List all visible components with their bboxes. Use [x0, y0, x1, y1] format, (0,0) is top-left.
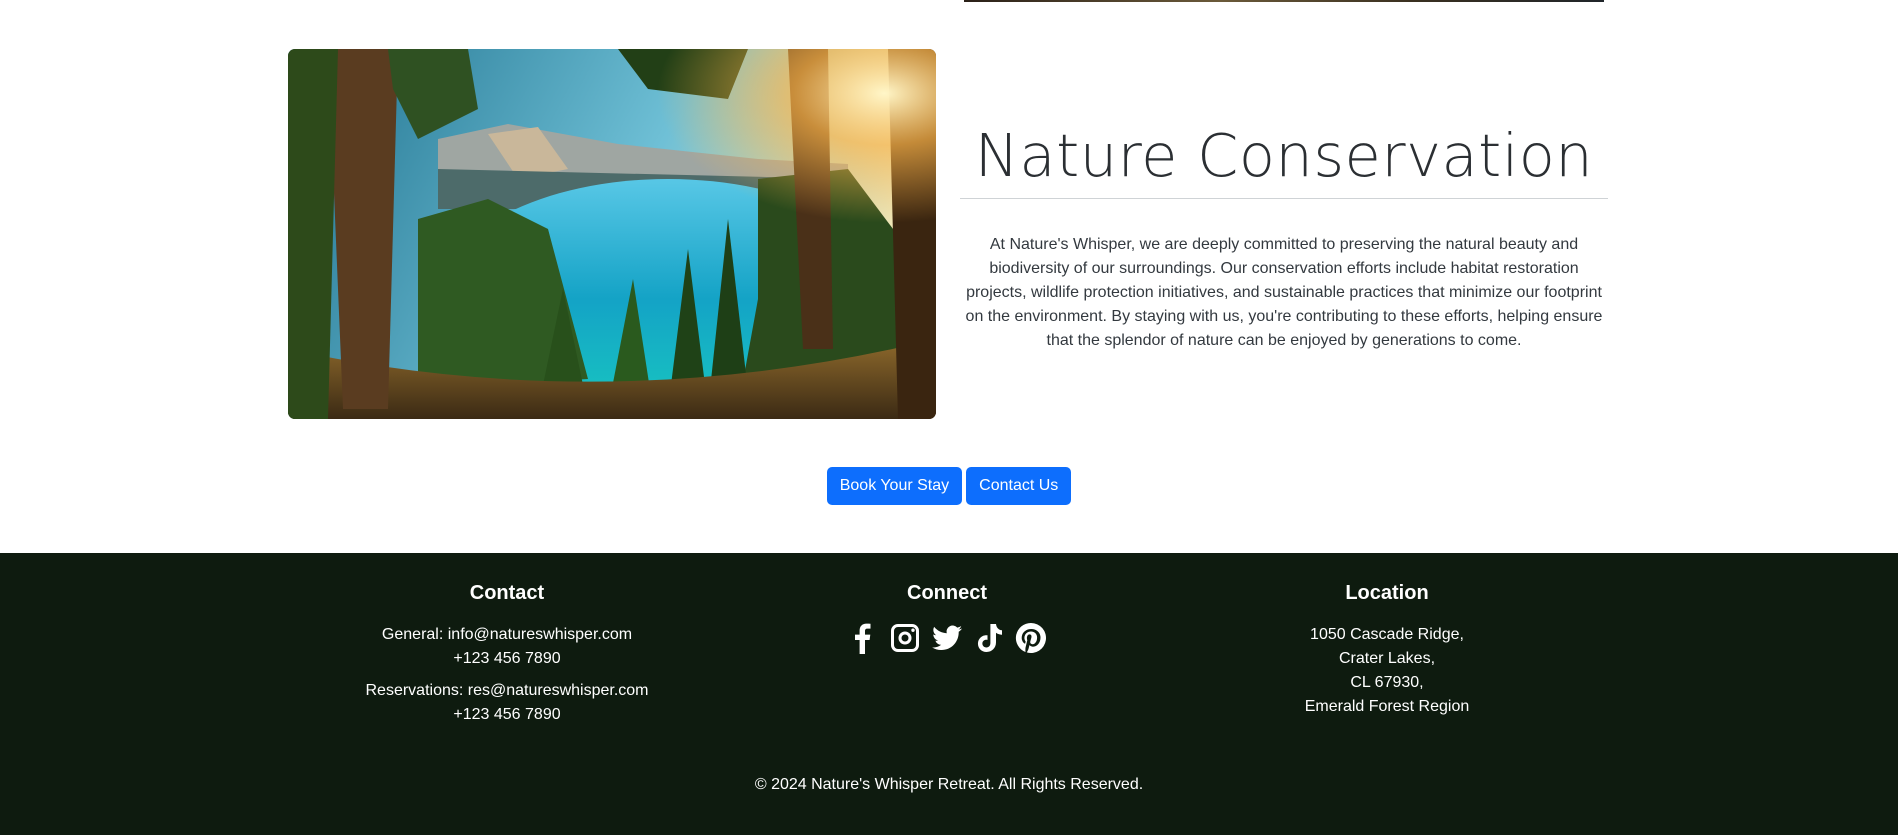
- address-line-4: Emerald Forest Region: [1304, 698, 1470, 715]
- crater-lake-image: [288, 49, 936, 419]
- location-heading: Location: [1345, 582, 1429, 604]
- site-footer: Contact General: info@natureswhisper.com…: [0, 553, 1898, 835]
- facebook-icon[interactable]: [846, 621, 880, 655]
- social-links: [737, 621, 1157, 655]
- pinterest-icon[interactable]: [1014, 621, 1048, 655]
- cta-buttons: Book Your Stay Contact Us: [0, 467, 1898, 505]
- contact-us-button[interactable]: Contact Us: [966, 467, 1072, 505]
- twitter-icon[interactable]: [930, 621, 964, 655]
- previous-image-edge: [964, 0, 1604, 2]
- instagram-icon[interactable]: [888, 621, 922, 655]
- conservation-text: Nature Conservation At Nature's Whisper,…: [960, 49, 1608, 419]
- tiktok-icon[interactable]: [972, 621, 1006, 655]
- footer-contact-column: Contact General: info@natureswhisper.com…: [297, 577, 717, 727]
- address-line-3: CL 67930,: [1350, 674, 1424, 691]
- conservation-section: Nature Conservation At Nature's Whisper,…: [288, 49, 1608, 419]
- section-description: At Nature's Whisper, we are deeply commi…: [965, 236, 1603, 349]
- address-line-2: Crater Lakes,: [1338, 650, 1436, 667]
- general-email: General: info@natureswhisper.com: [381, 626, 633, 643]
- connect-heading: Connect: [907, 582, 987, 604]
- reservations-phone: +123 456 7890: [453, 706, 561, 723]
- title-divider: [960, 198, 1608, 199]
- copyright-text: © 2024 Nature's Whisper Retreat. All Rig…: [754, 776, 1144, 793]
- address-line-1: 1050 Cascade Ridge,: [1310, 626, 1464, 643]
- footer-location-column: Location 1050 Cascade Ridge, Crater Lake…: [1177, 577, 1597, 719]
- footer-connect-column: Connect: [737, 577, 1157, 655]
- general-phone: +123 456 7890: [453, 650, 561, 667]
- reservations-email: Reservations: res@natureswhisper.com: [365, 682, 649, 699]
- book-your-stay-button[interactable]: Book Your Stay: [826, 467, 963, 505]
- contact-heading: Contact: [469, 582, 545, 604]
- section-title: Nature Conservation: [974, 121, 1594, 190]
